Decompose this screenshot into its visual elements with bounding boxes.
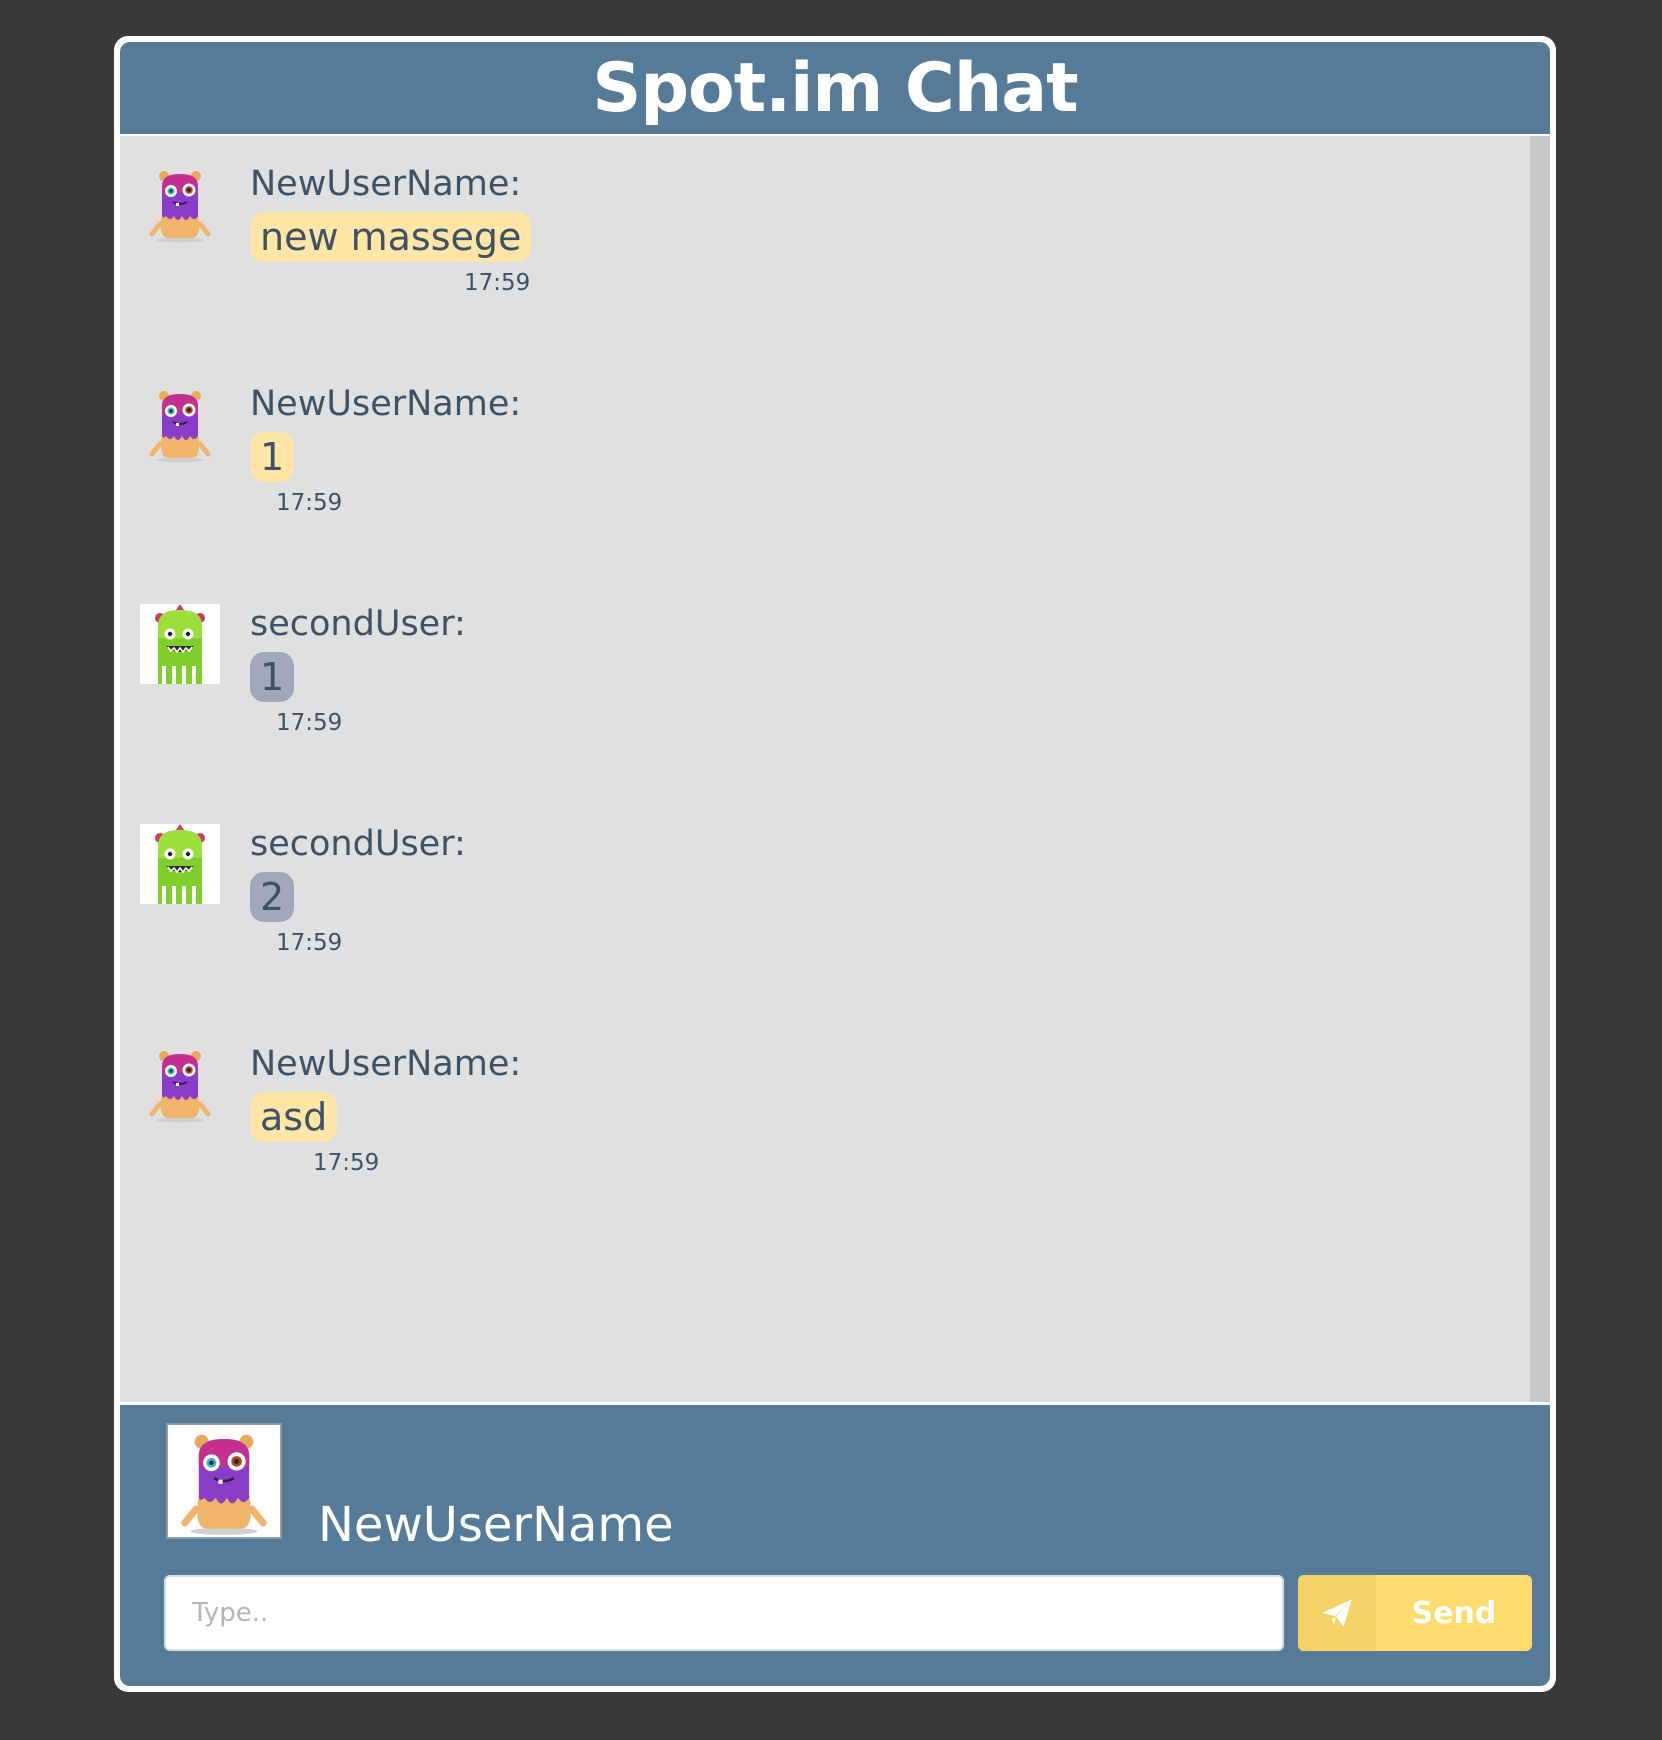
- message-bubble: asd: [250, 1092, 338, 1142]
- user-avatar: [140, 1044, 220, 1124]
- current-user-name: NewUserName: [318, 1497, 674, 1553]
- purple-monster-icon: [140, 164, 220, 244]
- message-time: 17:59: [276, 490, 343, 516]
- message-time: 17:59: [313, 1150, 380, 1176]
- user-avatar: [140, 824, 220, 904]
- message-item: NewUserName: 1 17:59: [140, 370, 1440, 520]
- chat-window: Spot.im Chat NewUserName: new massege 17…: [114, 36, 1556, 1692]
- message-item: secondUser: 1 17:59: [140, 590, 1440, 740]
- message-username: NewUserName:: [250, 1044, 522, 1084]
- message-time: 17:59: [464, 270, 531, 296]
- message-item: NewUserName: asd 17:59: [140, 1030, 1440, 1180]
- composer: NewUserName Send: [120, 1402, 1550, 1686]
- user-avatar: [140, 384, 220, 464]
- message-item: NewUserName: new massege 17:59: [140, 150, 1440, 300]
- purple-monster-icon: [140, 384, 220, 464]
- message-username: secondUser:: [250, 604, 466, 644]
- paper-plane-icon: [1322, 1599, 1352, 1627]
- message-scrollbar[interactable]: [1530, 136, 1550, 1402]
- message-bubble: 2: [250, 872, 295, 922]
- purple-monster-icon: [140, 1044, 220, 1124]
- chat-title: Spot.im Chat: [592, 48, 1078, 128]
- user-avatar: [140, 604, 220, 684]
- purple-monster-icon: [168, 1425, 280, 1537]
- send-icon-cell: [1298, 1575, 1376, 1651]
- green-monster-icon: [140, 604, 220, 684]
- message-username: secondUser:: [250, 824, 466, 864]
- message-list[interactable]: NewUserName: new massege 17:59 NewUserNa…: [120, 134, 1550, 1402]
- send-label: Send: [1411, 1595, 1497, 1631]
- current-user-avatar: [166, 1423, 282, 1539]
- message-bubble: new massege: [250, 212, 532, 262]
- message-input[interactable]: [164, 1575, 1284, 1651]
- chat-header: Spot.im Chat: [120, 42, 1550, 134]
- message-time: 17:59: [276, 930, 343, 956]
- message-bubble: 1: [250, 432, 295, 482]
- user-avatar: [140, 164, 220, 244]
- message-username: NewUserName:: [250, 384, 522, 424]
- send-button[interactable]: Send: [1298, 1575, 1532, 1651]
- message-username: NewUserName:: [250, 164, 522, 204]
- message-time: 17:59: [276, 710, 343, 736]
- message-item: secondUser: 2 17:59: [140, 810, 1440, 960]
- message-bubble: 1: [250, 652, 295, 702]
- green-monster-icon: [140, 824, 220, 904]
